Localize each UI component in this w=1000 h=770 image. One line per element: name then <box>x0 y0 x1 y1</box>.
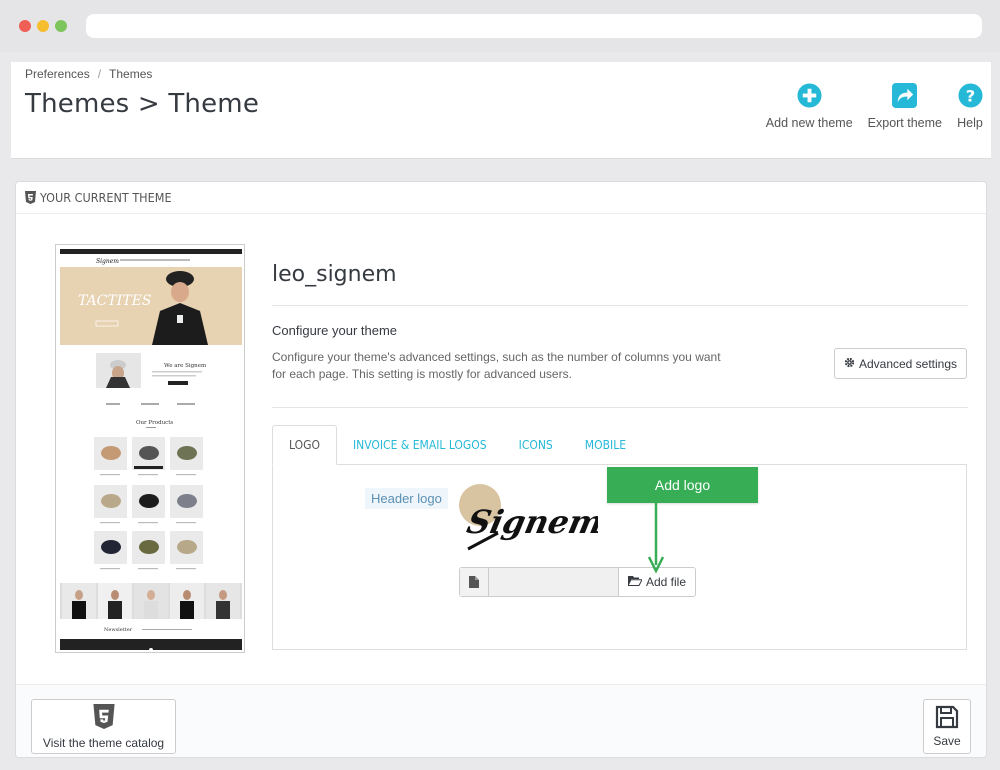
logo-text: Signem <box>464 503 598 541</box>
svg-text:?: ? <box>965 86 974 105</box>
window-minimize-dot[interactable] <box>37 20 49 32</box>
breadcrumb-separator: / <box>97 67 102 81</box>
preview-about-title: We are Signem <box>164 363 207 369</box>
callout-arrow <box>647 503 665 573</box>
export-theme-label: Export theme <box>867 116 942 130</box>
toolbar: Add new theme Export theme ? Help <box>751 82 983 130</box>
add-file-label: Add file <box>645 575 687 589</box>
plus-circle-icon <box>796 82 822 108</box>
tab-invoice-email-logos[interactable]: INVOICE & EMAIL LOGOS <box>337 425 503 465</box>
tab-mobile[interactable]: MOBILE <box>569 425 642 465</box>
header-logo-image: Signem <box>458 483 607 555</box>
folder-open-icon <box>627 575 643 589</box>
export-share-icon <box>892 82 918 108</box>
page-title: Themes > Theme <box>25 89 260 119</box>
svg-text:Signem: Signem <box>96 258 119 265</box>
window-maximize-dot[interactable] <box>55 20 67 32</box>
divider <box>272 407 968 408</box>
advanced-settings-button[interactable]: Advanced settings <box>834 348 967 379</box>
html5-icon <box>25 191 36 204</box>
advanced-settings-label: Advanced settings <box>858 356 958 371</box>
preview-newsletter: Newsletter <box>104 627 133 633</box>
file-icon <box>460 568 489 596</box>
preview-hero-text: TACTITES <box>78 293 151 309</box>
html5-icon <box>92 703 115 732</box>
configure-description: Configure your theme's advanced settings… <box>272 350 721 381</box>
panel-footer: Visit the theme catalog Save <box>16 684 986 757</box>
save-label: Save <box>933 734 961 748</box>
tab-icons[interactable]: ICONS <box>503 425 569 465</box>
header-logo-label: Header logo <box>365 488 448 509</box>
configure-title: Configure your theme <box>272 323 398 338</box>
theme-preview-image[interactable]: Signem TACTITES We are Signem Our Produc… <box>55 244 245 653</box>
export-theme-button[interactable]: Export theme <box>868 82 942 130</box>
tab-logo[interactable]: LOGO <box>272 425 337 465</box>
visit-theme-catalog-label: Visit the theme catalog <box>42 735 165 750</box>
window-close-dot[interactable] <box>19 20 31 32</box>
breadcrumb-item-themes[interactable]: Themes <box>109 67 152 81</box>
browser-chrome <box>0 0 1000 52</box>
panel-heading: YOUR CURRENT THEME <box>16 182 986 214</box>
help-button[interactable]: ? Help <box>957 82 983 130</box>
gear-icon <box>844 357 855 371</box>
visit-theme-catalog-button[interactable]: Visit the theme catalog <box>31 699 176 754</box>
current-theme-panel: YOUR CURRENT THEME Signem TACTITES We ar… <box>15 181 987 758</box>
help-circle-icon: ? <box>957 82 983 108</box>
breadcrumb-item-preferences[interactable]: Preferences <box>25 67 90 81</box>
divider <box>272 305 968 306</box>
help-label: Help <box>957 116 983 130</box>
add-new-theme-button[interactable]: Add new theme <box>766 82 853 130</box>
save-button[interactable]: Save <box>923 699 971 754</box>
logo-tabs: LOGO INVOICE & EMAIL LOGOS ICONS MOBILE <box>272 425 642 465</box>
add-new-theme-label: Add new theme <box>765 116 853 130</box>
panel-heading-text: YOUR CURRENT THEME <box>40 190 172 205</box>
file-name-input[interactable] <box>489 568 619 596</box>
save-disk-icon <box>935 705 959 732</box>
breadcrumb: Preferences / Themes <box>25 67 152 81</box>
page-header: Preferences / Themes Themes > Theme Add ne… <box>11 62 991 159</box>
address-bar[interactable] <box>86 14 982 38</box>
theme-name: leo_signem <box>272 262 397 287</box>
preview-products-title: Our Products <box>136 420 173 426</box>
add-logo-callout: Add logo <box>607 467 758 503</box>
